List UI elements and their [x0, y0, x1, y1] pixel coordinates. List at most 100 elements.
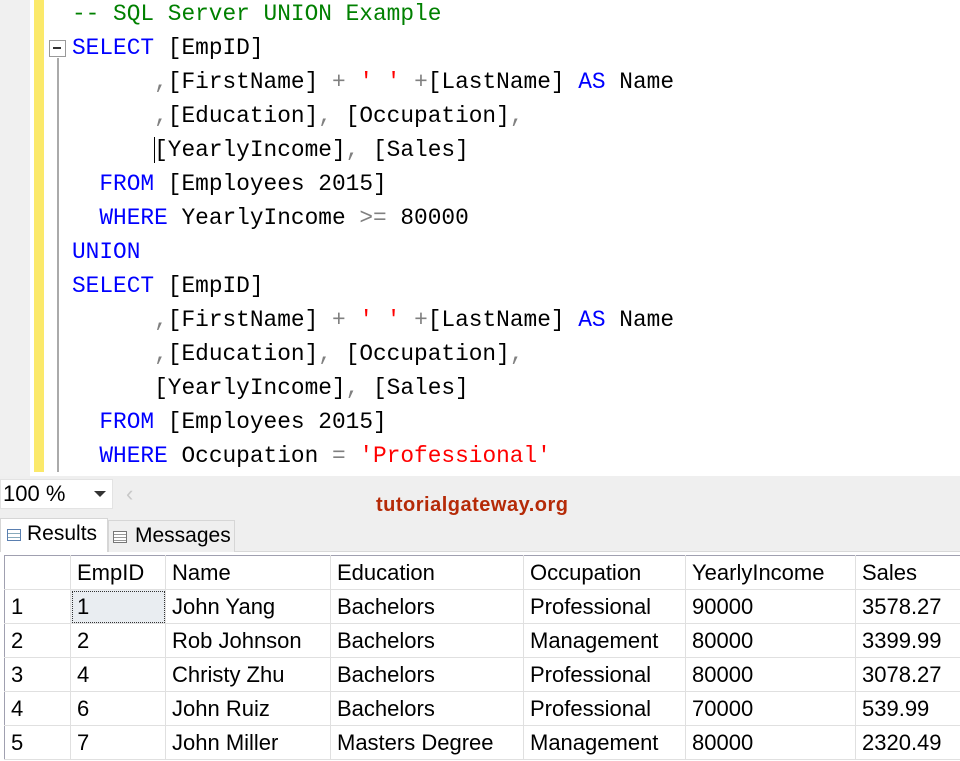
code-token: + — [332, 69, 346, 95]
table-cell[interactable]: 7 — [71, 726, 166, 760]
table-row[interactable]: 22Rob JohnsonBachelorsManagement80000339… — [5, 624, 960, 658]
code-text[interactable]: -- SQL Server UNION ExampleSELECT [EmpID… — [72, 0, 674, 473]
code-line[interactable]: WHERE YearlyIncome >= 80000 — [72, 201, 674, 235]
column-header[interactable]: YearlyIncome — [686, 556, 856, 590]
code-token: [LastName] — [428, 69, 578, 95]
table-cell[interactable]: Professional — [524, 692, 686, 726]
column-header[interactable]: Education — [331, 556, 524, 590]
code-token — [72, 409, 99, 435]
tab-results[interactable]: Results — [0, 518, 108, 552]
table-cell[interactable]: Management — [524, 624, 686, 658]
table-cell[interactable]: Professional — [524, 590, 686, 624]
table-cell[interactable]: Bachelors — [331, 590, 524, 624]
table-cell[interactable]: Bachelors — [331, 658, 524, 692]
tab-messages[interactable]: Messages — [108, 520, 235, 552]
change-indicator-bar — [34, 0, 44, 472]
messages-icon — [113, 531, 127, 543]
chevron-down-icon — [94, 491, 106, 497]
code-line[interactable]: ,[Education], [Occupation], — [72, 337, 674, 371]
code-token: YearlyIncome — [168, 205, 360, 231]
table-cell[interactable]: John Miller — [166, 726, 331, 760]
code-line[interactable]: -- SQL Server UNION Example — [72, 0, 674, 31]
code-token: , — [318, 103, 332, 129]
code-line[interactable]: SELECT [EmpID] — [72, 31, 674, 65]
table-cell[interactable]: 80000 — [686, 726, 856, 760]
table-cell[interactable]: John Ruiz — [166, 692, 331, 726]
row-number[interactable]: 4 — [5, 692, 71, 726]
row-number[interactable]: 2 — [5, 624, 71, 658]
code-token: AS — [578, 69, 605, 95]
table-cell[interactable]: 80000 — [686, 624, 856, 658]
table-cell[interactable]: John Yang — [166, 590, 331, 624]
code-token: [YearlyIncome] — [72, 375, 346, 401]
code-line[interactable]: [YearlyIncome], [Sales] — [72, 133, 674, 167]
table-cell[interactable]: 539.99 — [856, 692, 960, 726]
table-cell[interactable]: Bachelors — [331, 692, 524, 726]
table-cell[interactable]: 3399.99 — [856, 624, 960, 658]
code-line[interactable]: [YearlyIncome], [Sales] — [72, 371, 674, 405]
code-token: + — [414, 307, 428, 333]
table-cell[interactable]: Christy Zhu — [166, 658, 331, 692]
code-line[interactable]: ,[FirstName] + ' ' +[LastName] AS Name — [72, 65, 674, 99]
column-header[interactable]: Name — [166, 556, 331, 590]
table-row[interactable]: 11John YangBachelorsProfessional90000357… — [5, 590, 960, 624]
code-token: [YearlyIncome] — [154, 137, 346, 163]
table-cell[interactable]: Bachelors — [331, 624, 524, 658]
table-cell[interactable]: 3578.27 — [856, 590, 960, 624]
results-grid[interactable]: EmpIDNameEducationOccupationYearlyIncome… — [4, 555, 960, 760]
code-token: Name — [606, 69, 674, 95]
indent — [72, 137, 154, 163]
table-cell[interactable]: Masters Degree — [331, 726, 524, 760]
row-number[interactable]: 3 — [5, 658, 71, 692]
code-token: [Education] — [168, 103, 318, 129]
code-token: [Sales] — [359, 137, 468, 163]
grid-icon — [7, 529, 21, 541]
column-header[interactable] — [5, 556, 71, 590]
table-cell[interactable]: 2320.49 — [856, 726, 960, 760]
code-token: [EmpID] — [154, 273, 263, 299]
table-cell[interactable]: 3078.27 — [856, 658, 960, 692]
results-tabs: Results Messages — [0, 516, 960, 552]
code-token — [400, 307, 414, 333]
column-header[interactable]: Sales — [856, 556, 960, 590]
code-token: , — [346, 137, 360, 163]
table-cell[interactable]: 4 — [71, 658, 166, 692]
table-row[interactable]: 57John MillerMasters DegreeManagement800… — [5, 726, 960, 760]
table-cell[interactable]: Management — [524, 726, 686, 760]
code-line[interactable]: ,[FirstName] + ' ' +[LastName] AS Name — [72, 303, 674, 337]
code-token: ' ' — [359, 307, 400, 333]
table-cell[interactable]: 1 — [71, 590, 166, 624]
code-token: >= — [359, 205, 386, 231]
table-cell[interactable]: 2 — [71, 624, 166, 658]
code-token: WHERE — [99, 205, 167, 231]
code-token: [FirstName] — [168, 69, 332, 95]
watermark-logo: tutorialgateway.org — [376, 494, 569, 517]
code-line[interactable]: ,[Education], [Occupation], — [72, 99, 674, 133]
code-token: , — [154, 341, 168, 367]
row-number[interactable]: 1 — [5, 590, 71, 624]
zoom-dropdown[interactable]: 100 % — [0, 479, 113, 509]
code-line[interactable]: UNION — [72, 235, 674, 269]
table-row[interactable]: 34Christy ZhuBachelorsProfessional800003… — [5, 658, 960, 692]
grid-header: EmpIDNameEducationOccupationYearlyIncome… — [5, 556, 960, 590]
row-number[interactable]: 5 — [5, 726, 71, 760]
code-token: Name — [606, 307, 674, 333]
collapse-icon[interactable] — [49, 40, 66, 57]
column-header[interactable]: EmpID — [71, 556, 166, 590]
code-line[interactable]: SELECT [EmpID] — [72, 269, 674, 303]
table-cell[interactable]: 6 — [71, 692, 166, 726]
table-cell[interactable]: 80000 — [686, 658, 856, 692]
column-header[interactable]: Occupation — [524, 556, 686, 590]
code-token: FROM — [99, 409, 154, 435]
code-line[interactable]: FROM [Employees 2015] — [72, 167, 674, 201]
sql-editor[interactable]: -- SQL Server UNION ExampleSELECT [EmpID… — [0, 0, 960, 476]
table-cell[interactable]: Professional — [524, 658, 686, 692]
code-line[interactable]: FROM [Employees 2015] — [72, 405, 674, 439]
table-cell[interactable]: 70000 — [686, 692, 856, 726]
code-token: [FirstName] — [168, 307, 332, 333]
scroll-left-icon[interactable]: ‹ — [126, 481, 133, 507]
table-cell[interactable]: 90000 — [686, 590, 856, 624]
table-row[interactable]: 46John RuizBachelorsProfessional70000539… — [5, 692, 960, 726]
table-cell[interactable]: Rob Johnson — [166, 624, 331, 658]
code-line[interactable]: WHERE Occupation = 'Professional' — [72, 439, 674, 473]
